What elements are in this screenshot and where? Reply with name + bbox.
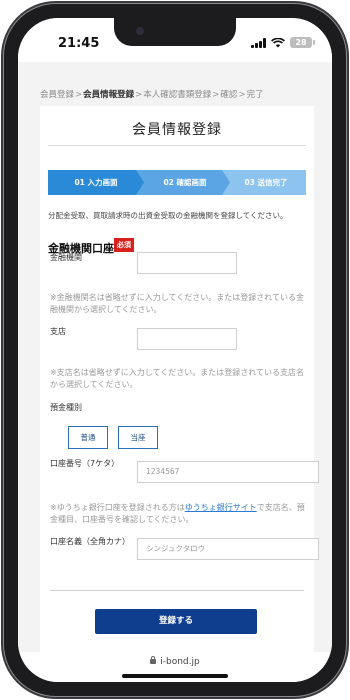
register-button[interactable]: 登録する xyxy=(95,609,257,634)
yucho-note: ※ゆうちょ銀行口座を登録される方はゆうちょ銀行サイトで支店名、預金種目、口座番号… xyxy=(50,502,306,526)
branch-label: 支店 xyxy=(50,327,66,336)
cellular-signal-icon xyxy=(251,37,266,48)
breadcrumb-item-member-info: 会員情報登録 xyxy=(83,90,135,100)
yucho-bank-site-link[interactable]: ゆうちょ銀行サイト xyxy=(185,503,257,512)
progress-steps: 01 入力画面 02 確認画面 03 送信完了 xyxy=(48,170,306,195)
account-number-label: 口座番号（7ケタ） xyxy=(50,459,120,468)
branch-note: ※支店名は省略せずに入力してください。または登録されている支店名から選択してくだ… xyxy=(50,368,304,389)
form-card: 会員情報登録 01 入力画面 02 確認画面 03 送信完了 分配金受取、買取請… xyxy=(40,106,319,666)
bank-input[interactable] xyxy=(137,252,237,274)
step-complete: 03 送信完了 xyxy=(220,170,306,195)
breadcrumb-separator: > xyxy=(212,90,220,100)
page-content: 会員登録>会員情報登録>本人確認書類登録>確認>完了 会員情報登録 01 入力画… xyxy=(18,62,332,666)
address-bar[interactable]: i-bond.jp xyxy=(18,652,332,682)
phone-screen: 21:45 28 会員登録>会員情報登録>本人確認書類登録>確認>完了 会員情報… xyxy=(18,18,332,682)
account-number-input[interactable]: 1234567 xyxy=(137,461,319,483)
deposit-type-label: 預金種別 xyxy=(50,403,82,412)
account-name-input[interactable]: シンジュクタロウ xyxy=(137,538,319,560)
yucho-note-prefix: ※ゆうちょ銀行口座を登録される方は xyxy=(50,503,185,512)
status-icons: 28 xyxy=(251,37,315,48)
status-time: 21:45 xyxy=(58,36,100,51)
wifi-icon xyxy=(271,37,285,47)
step-input: 01 入力画面 xyxy=(48,170,144,195)
breadcrumb-separator: > xyxy=(75,90,83,100)
intro-text: 分配金受取、買取請求時の出資金受取の金融機関を登録してください。 xyxy=(48,211,288,220)
step-confirm: 02 確認画面 xyxy=(134,170,230,195)
phone-frame: 21:45 28 会員登録>会員情報登録>本人確認書類登録>確認>完了 会員情報… xyxy=(4,4,346,696)
deposit-type-current-button[interactable]: 当座 xyxy=(118,426,158,449)
domain-text: i-bond.jp xyxy=(160,657,200,667)
breadcrumb-separator: > xyxy=(135,90,143,100)
page-title: 会員情報登録 xyxy=(132,122,222,138)
bank-note: ※金融機関名は省略せずに入力してください。または登録されている金融機関から選択し… xyxy=(50,293,304,314)
battery-icon: 28 xyxy=(290,37,315,48)
home-indicator[interactable] xyxy=(122,674,228,678)
notch xyxy=(114,18,236,46)
form-divider xyxy=(50,590,304,591)
branch-input[interactable] xyxy=(137,328,237,350)
breadcrumb-item-id-documents: 本人確認書類登録 xyxy=(143,90,212,100)
deposit-type-ordinary-button[interactable]: 普通 xyxy=(68,426,108,449)
account-name-label: 口座名義（全角カナ） xyxy=(50,537,130,546)
camera-icon xyxy=(136,27,144,35)
address-domain: i-bond.jp xyxy=(18,656,332,667)
breadcrumb-item-complete: 完了 xyxy=(246,90,264,100)
lock-icon xyxy=(150,656,157,664)
required-badge: 必須 xyxy=(114,238,134,252)
breadcrumb: 会員登録>会員情報登録>本人確認書類登録>確認>完了 xyxy=(40,88,264,100)
breadcrumb-item-confirm: 確認 xyxy=(220,90,238,100)
breadcrumb-separator: > xyxy=(238,90,246,100)
title-divider xyxy=(48,145,306,146)
breadcrumb-item-registration[interactable]: 会員登録 xyxy=(40,90,74,100)
bank-label: 金融機関 xyxy=(50,253,82,262)
